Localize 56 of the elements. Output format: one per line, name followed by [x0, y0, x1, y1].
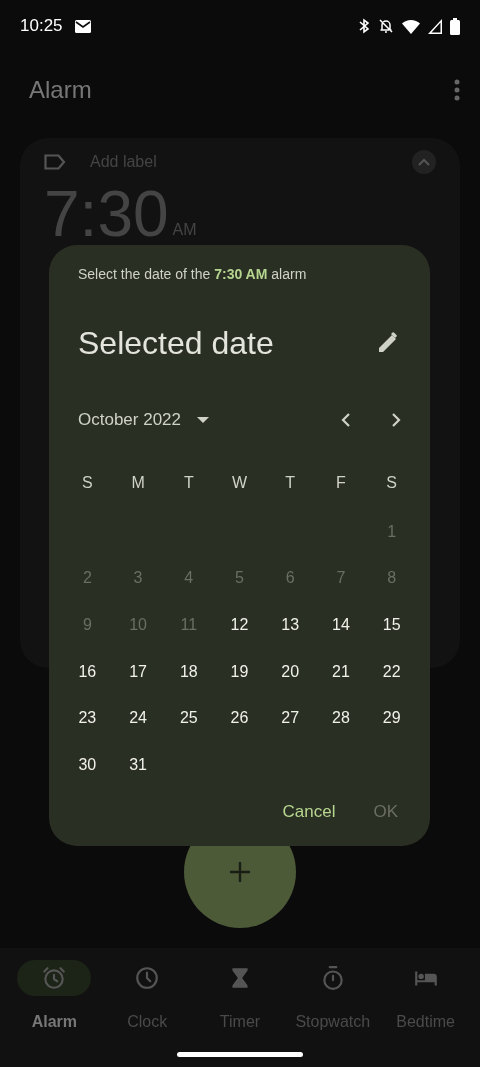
calendar-day[interactable]: 28 — [315, 694, 367, 742]
calendar-day[interactable]: 29 — [366, 694, 417, 742]
calendar-day[interactable]: 27 — [264, 694, 316, 742]
chevron-icon — [418, 158, 430, 166]
label-tag-icon — [44, 154, 66, 170]
cancel-button[interactable]: Cancel — [270, 790, 348, 832]
nav-label: Bedtime — [396, 1012, 455, 1032]
calendar-day[interactable]: 19 — [214, 648, 265, 695]
previous-month-icon[interactable] — [341, 411, 351, 428]
weekday-header: T — [284, 472, 297, 493]
nav-label: Timer — [219, 1012, 261, 1032]
dialog-prompt: Select the date of the 7:30 AM alarm — [78, 265, 308, 284]
weekday-header: M — [130, 472, 146, 493]
calendar-day[interactable]: 25 — [163, 694, 215, 742]
dialog-headline: Selected date — [78, 324, 274, 363]
calendar-day[interactable]: 17 — [112, 648, 164, 695]
clock-icon — [134, 965, 161, 991]
month-year-dropdown[interactable]: October 2022 — [78, 407, 209, 433]
weekday-header: S — [385, 472, 398, 493]
nav-label: Clock — [127, 1012, 168, 1032]
next-month-icon[interactable] — [391, 411, 401, 428]
weekday-header: W — [230, 472, 249, 493]
calendar-day[interactable]: 12 — [214, 601, 265, 649]
weekday-header: F — [335, 472, 347, 493]
pencil-icon[interactable] — [376, 331, 400, 355]
wifi-icon — [402, 18, 420, 34]
calendar-day[interactable]: 13 — [264, 601, 316, 649]
nav-label: Alarm — [31, 1012, 78, 1032]
calendar-day[interactable]: 15 — [366, 601, 417, 649]
calendar-day[interactable]: 31 — [112, 741, 164, 789]
signal-icon — [428, 18, 442, 34]
calendar-day[interactable]: 21 — [315, 648, 367, 695]
calendar-day[interactable]: 20 — [264, 648, 316, 695]
calendar-day[interactable]: 16 — [62, 648, 113, 695]
battery-icon — [450, 17, 460, 35]
dropdown-caret-icon — [197, 416, 209, 423]
status-time: 10:25 — [20, 15, 63, 38]
weekday-header: S — [81, 472, 94, 493]
more-options-icon[interactable] — [454, 79, 460, 101]
alarm-clock-icon — [41, 965, 68, 991]
nav-tab[interactable]: Alarm — [8, 960, 101, 1034]
app-title: Alarm — [29, 75, 92, 105]
calendar-day[interactable]: 14 — [315, 601, 367, 649]
weekday-header: T — [182, 472, 195, 493]
calendar-day[interactable]: 18 — [163, 648, 215, 695]
collapse-button[interactable] — [412, 150, 436, 174]
calendar-day[interactable]: 22 — [366, 648, 417, 695]
calendar-day[interactable]: 24 — [112, 694, 164, 742]
calendar-day[interactable]: 30 — [62, 741, 113, 789]
mail-icon — [74, 19, 91, 33]
calendar-day[interactable]: 26 — [214, 694, 265, 742]
calendar-day[interactable]: 23 — [62, 694, 113, 742]
nav-label: Stopwatch — [295, 1012, 371, 1032]
plus-icon — [229, 861, 251, 883]
bell-muted-icon — [378, 18, 394, 34]
bluetooth-icon — [358, 18, 370, 34]
